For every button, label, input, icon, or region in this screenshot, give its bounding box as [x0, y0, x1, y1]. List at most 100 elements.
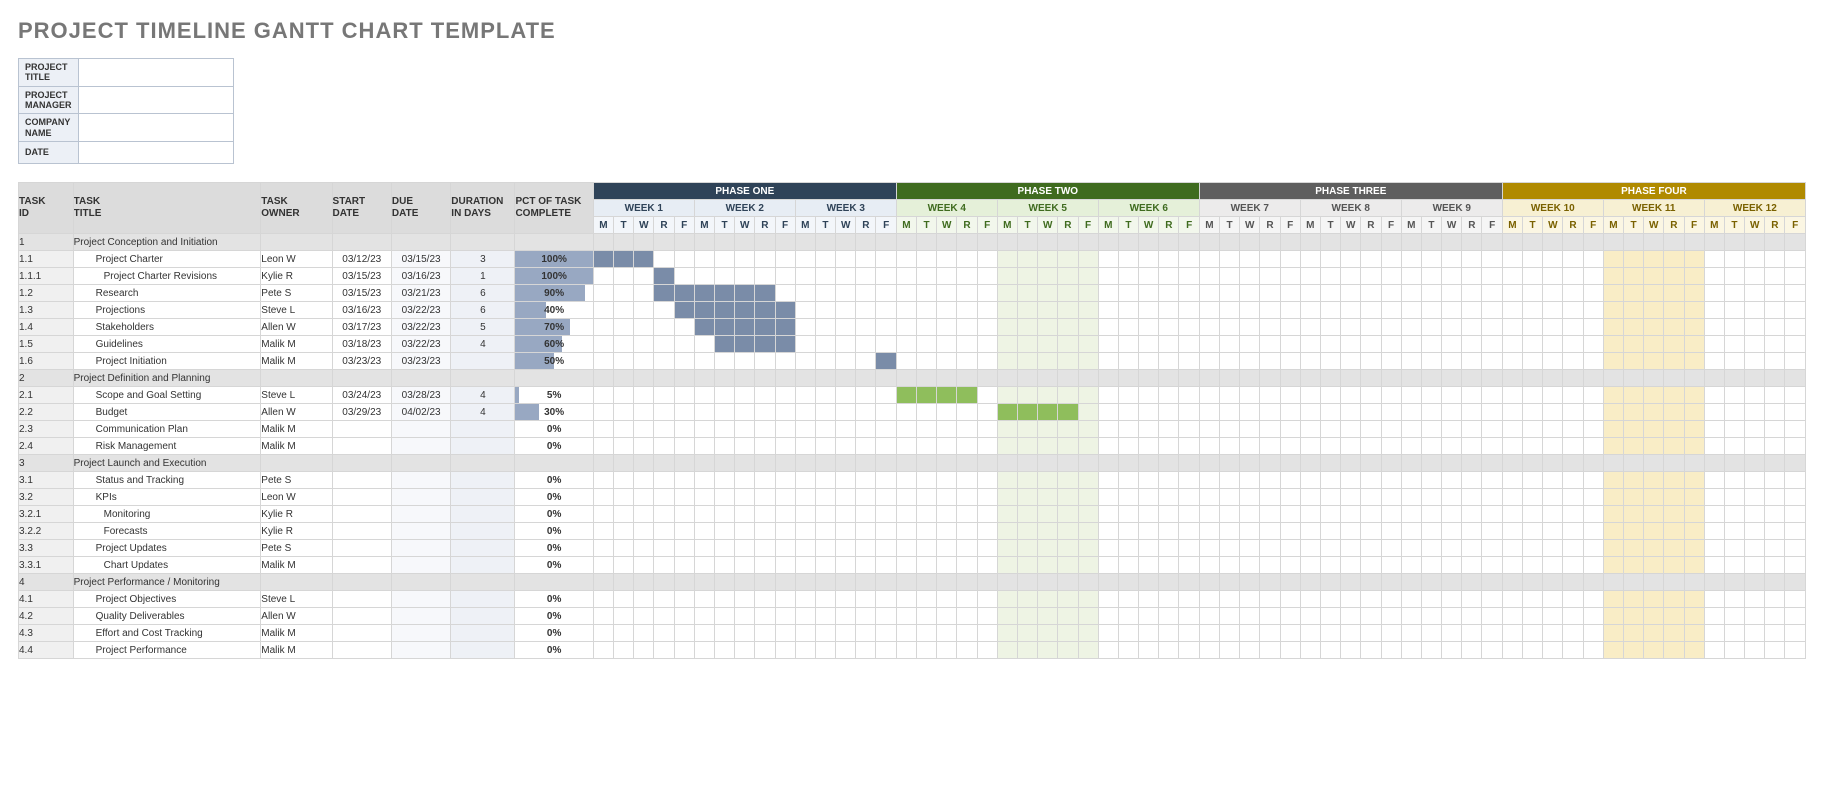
- gantt-cell: [1543, 625, 1563, 642]
- gantt-cell: [1038, 319, 1058, 336]
- gantt-cell: [1704, 523, 1724, 540]
- gantt-cell: [1179, 421, 1199, 438]
- day-header: R: [1462, 217, 1482, 234]
- pct-complete: 100%: [515, 268, 593, 285]
- gantt-cell: [1583, 489, 1603, 506]
- gantt-cell: [1038, 302, 1058, 319]
- gantt-cell: [755, 540, 775, 557]
- gantt-cell: [1159, 523, 1179, 540]
- week-header: WEEK 10: [1502, 200, 1603, 217]
- duration: 3: [451, 251, 515, 268]
- gantt-cell: [1017, 540, 1037, 557]
- task-id: 1.3: [19, 302, 74, 319]
- gantt-cell: [1159, 336, 1179, 353]
- gantt-cell: [1684, 642, 1704, 659]
- meta-value[interactable]: [79, 142, 234, 164]
- gantt-cell: [1623, 319, 1643, 336]
- gantt-cell: [1280, 540, 1300, 557]
- gantt-cell: [1664, 540, 1684, 557]
- day-header: T: [1118, 217, 1138, 234]
- day-header: R: [1765, 217, 1785, 234]
- gantt-cell: [876, 540, 896, 557]
- gantt-cell: [1280, 489, 1300, 506]
- gantt-cell: [1502, 404, 1522, 421]
- gantt-cell: [694, 625, 714, 642]
- meta-label: COMPANY NAME: [19, 114, 79, 142]
- gantt-cell: [1361, 302, 1381, 319]
- gantt-cell: [1603, 285, 1623, 302]
- gantt-cell: [694, 472, 714, 489]
- gantt-cell: [1603, 268, 1623, 285]
- gantt-cell: [1179, 625, 1199, 642]
- gantt-cell: [1139, 506, 1159, 523]
- gantt-cell: [1603, 421, 1623, 438]
- gantt-cell: [1320, 387, 1340, 404]
- gantt-cell: [1139, 421, 1159, 438]
- gantt-cell: [1078, 421, 1098, 438]
- gantt-cell: [1684, 523, 1704, 540]
- gantt-cell: [1341, 523, 1361, 540]
- start-date: 03/16/23: [332, 302, 391, 319]
- gantt-cell: [1785, 642, 1806, 659]
- gantt-cell: [614, 625, 634, 642]
- gantt-cell: [1300, 557, 1320, 574]
- gantt-cell: [795, 302, 815, 319]
- gantt-cell: [1300, 591, 1320, 608]
- task-title: Budget: [73, 404, 261, 421]
- gantt-cell: [755, 608, 775, 625]
- gantt-cell: [614, 319, 634, 336]
- gantt-cell: [1159, 642, 1179, 659]
- gantt-cell: [876, 319, 896, 336]
- gantt-cell: [775, 540, 795, 557]
- gantt-cell: [1260, 642, 1280, 659]
- gantt-cell: [1220, 506, 1240, 523]
- gantt-cell: [775, 302, 795, 319]
- gantt-cell: [1118, 353, 1138, 370]
- meta-value[interactable]: [79, 86, 234, 114]
- gantt-cell: [1361, 438, 1381, 455]
- gantt-cell: [795, 625, 815, 642]
- gantt-cell: [1220, 642, 1240, 659]
- gantt-cell: [1341, 608, 1361, 625]
- gantt-cell: [917, 506, 937, 523]
- due-date: [391, 523, 450, 540]
- gantt-cell: [1260, 421, 1280, 438]
- gantt-cell: [1220, 251, 1240, 268]
- gantt-cell: [735, 608, 755, 625]
- gantt-cell: [1199, 285, 1219, 302]
- start-date: [332, 489, 391, 506]
- due-date: [391, 438, 450, 455]
- phase-header: PHASE FOUR: [1502, 183, 1805, 200]
- due-date: 04/02/23: [391, 404, 450, 421]
- gantt-cell: [1361, 642, 1381, 659]
- gantt-cell: [815, 268, 835, 285]
- duration: [451, 557, 515, 574]
- day-header: M: [1098, 217, 1118, 234]
- gantt-cell: [735, 302, 755, 319]
- gantt-cell: [917, 302, 937, 319]
- gantt-cell: [1745, 608, 1765, 625]
- gantt-cell: [1724, 319, 1744, 336]
- day-header: R: [856, 217, 876, 234]
- gantt-cell: [977, 523, 997, 540]
- gantt-cell: [1361, 353, 1381, 370]
- gantt-cell: [1260, 472, 1280, 489]
- meta-value[interactable]: [79, 114, 234, 142]
- gantt-cell: [1421, 251, 1441, 268]
- gantt-cell: [836, 506, 856, 523]
- gantt-cell: [674, 557, 694, 574]
- gantt-cell: [1644, 591, 1664, 608]
- meta-value[interactable]: [79, 59, 234, 87]
- day-header: W: [735, 217, 755, 234]
- start-date: [332, 438, 391, 455]
- gantt-cell: [1623, 387, 1643, 404]
- gantt-cell: [755, 285, 775, 302]
- gantt-cell: [1199, 302, 1219, 319]
- gantt-cell: [977, 438, 997, 455]
- gantt-cell: [735, 336, 755, 353]
- start-date: 03/24/23: [332, 387, 391, 404]
- gantt-cell: [694, 591, 714, 608]
- gantt-cell: [1421, 285, 1441, 302]
- gantt-cell: [1320, 625, 1340, 642]
- gantt-cell: [957, 268, 977, 285]
